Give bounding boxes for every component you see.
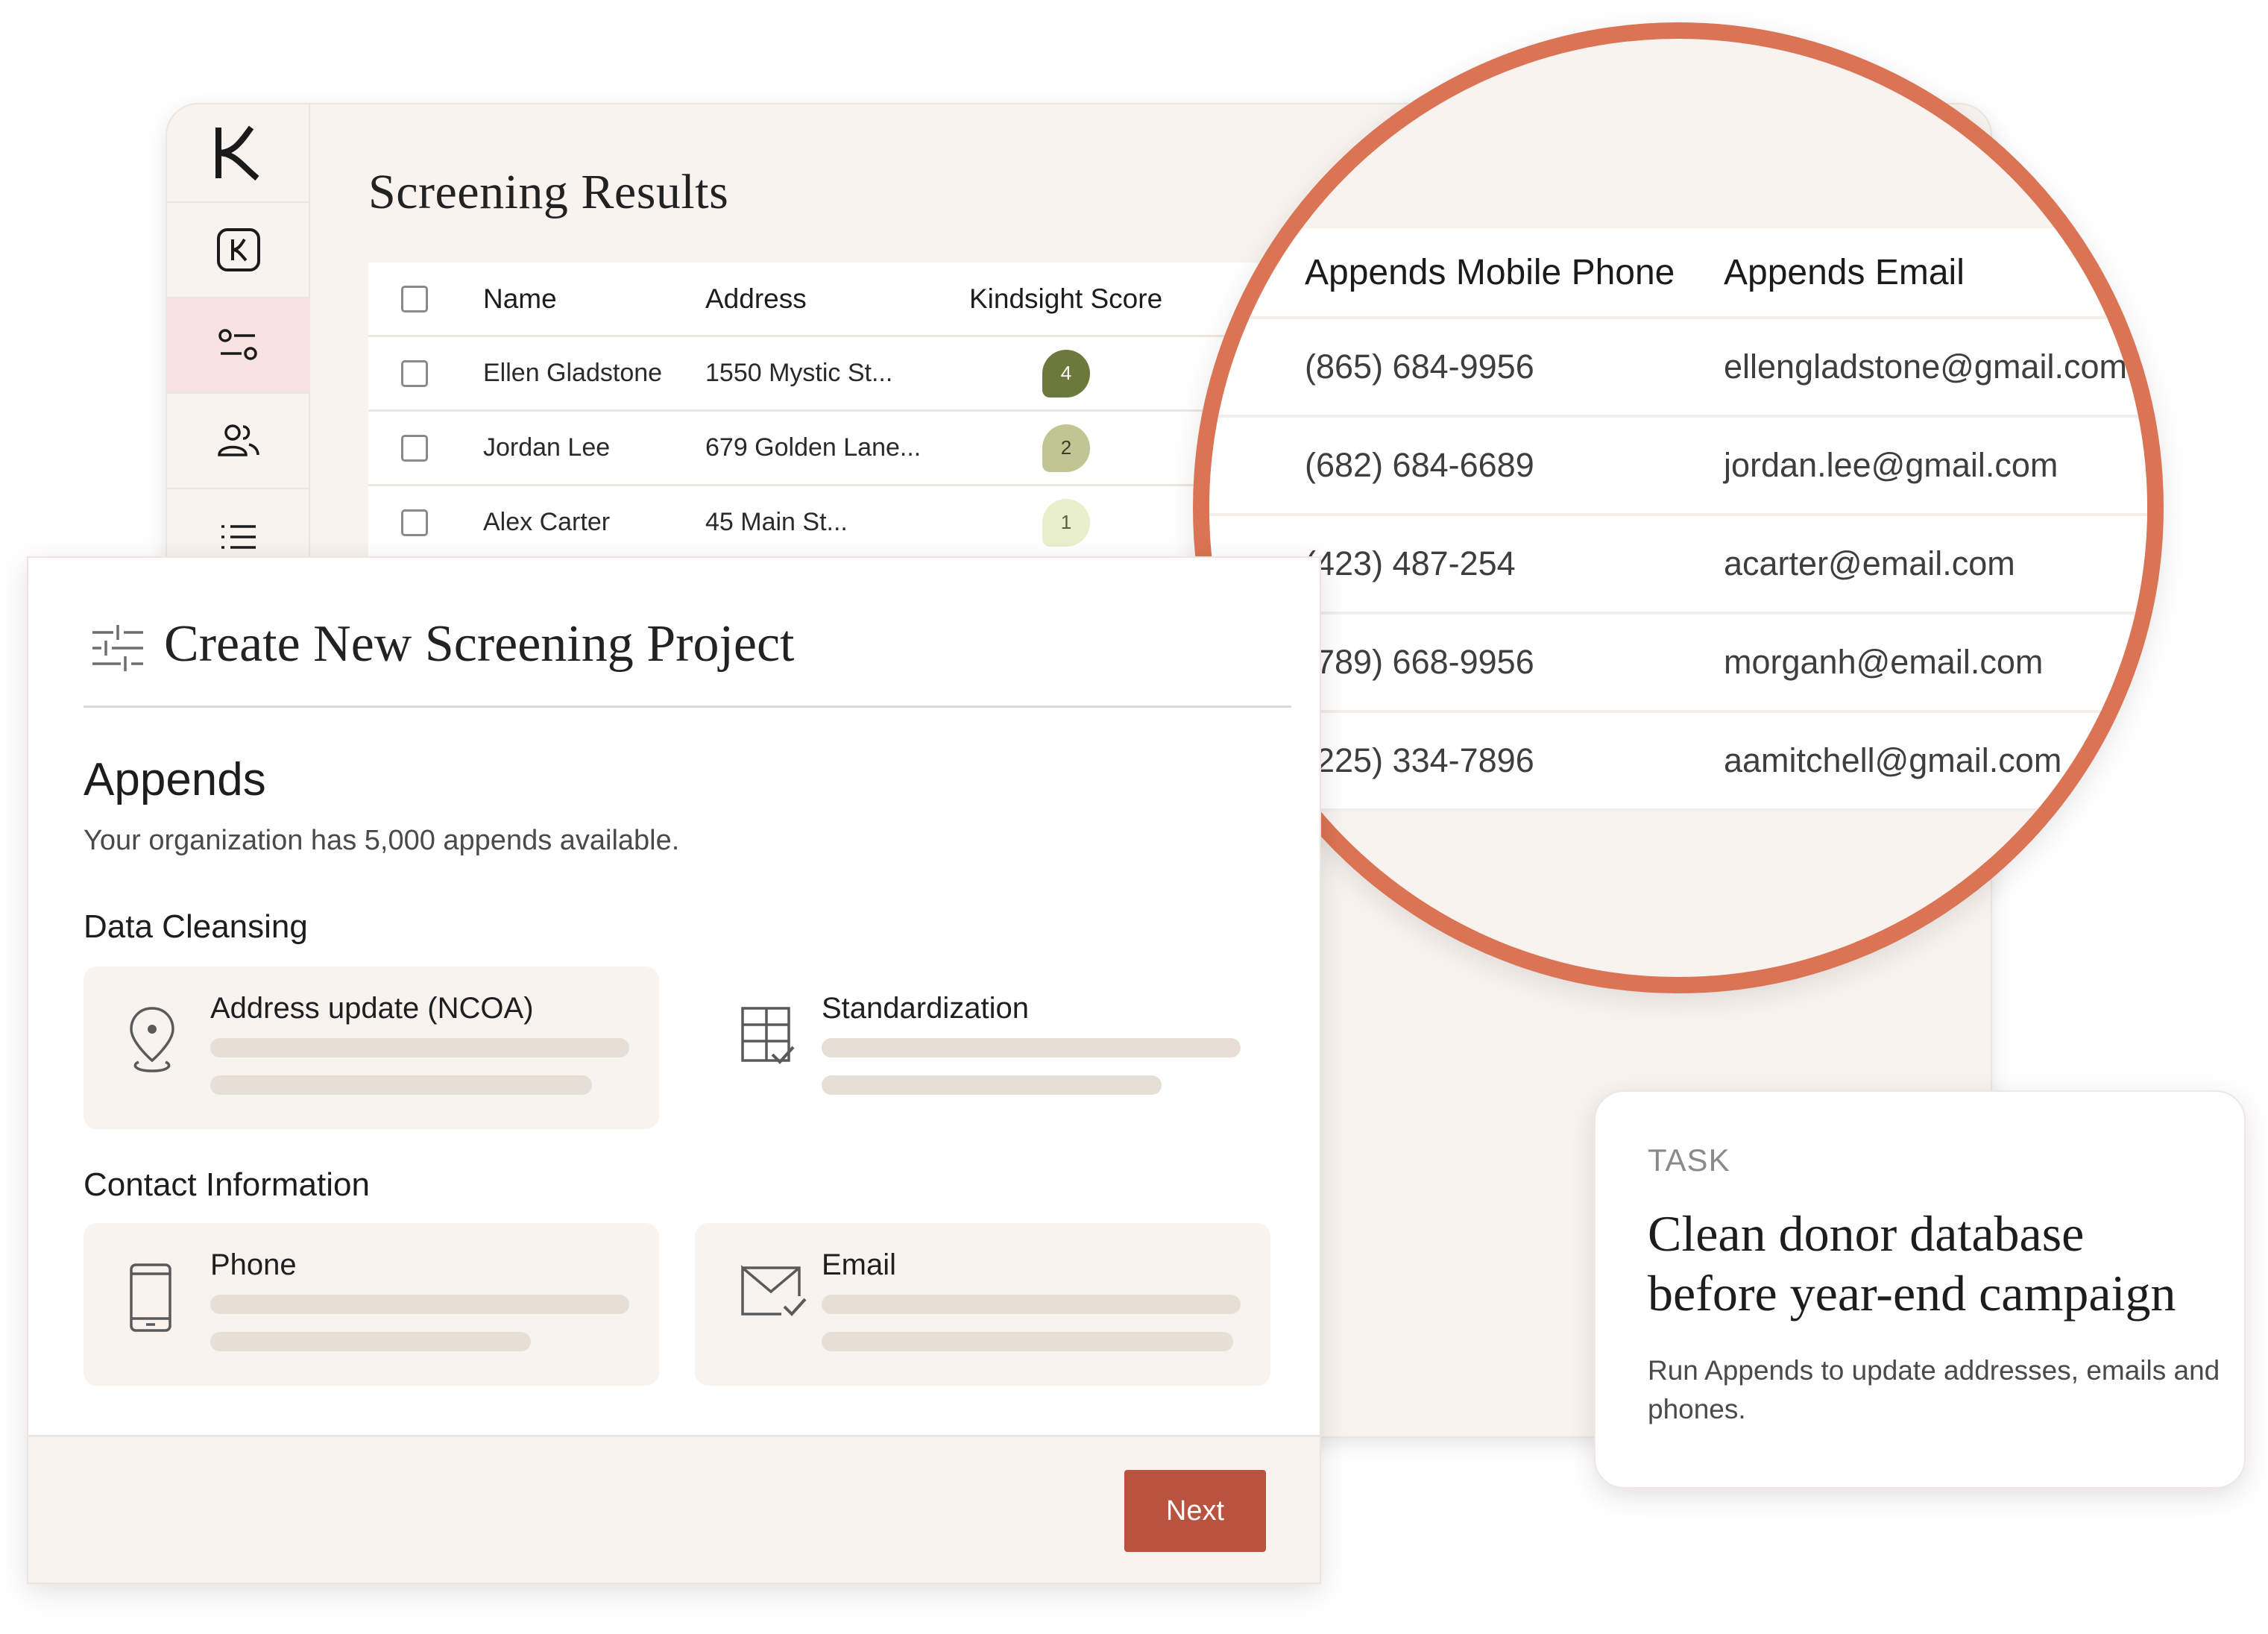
table-row: (789) 668-9956 morganh@email.com xyxy=(1209,615,2147,713)
placeholder-line xyxy=(822,1038,1241,1058)
select-all-checkbox[interactable] xyxy=(401,285,428,312)
page-title: Screening Results xyxy=(368,165,729,219)
next-button[interactable]: Next xyxy=(1124,1470,1266,1552)
option-address-update[interactable]: Address update (NCOA) xyxy=(84,967,659,1129)
column-header-mobile-phone: Appends Mobile Phone xyxy=(1305,252,1675,292)
score-badge: 4 xyxy=(1042,349,1090,397)
option-label: Phone xyxy=(210,1248,297,1281)
score-badge: 2 xyxy=(1042,424,1090,472)
row-address: 679 Golden Lane... xyxy=(705,433,922,462)
data-cleansing-heading: Data Cleansing xyxy=(84,908,308,945)
column-header-address[interactable]: Address xyxy=(705,263,807,335)
task-card: TASK Clean donor database before year-en… xyxy=(1594,1090,2246,1489)
row-email: ellengladstone@gmail.com xyxy=(1724,348,2127,386)
task-description: Run Appends to update addresses, emails … xyxy=(1648,1355,2220,1424)
list-icon xyxy=(221,525,256,549)
row-checkbox[interactable] xyxy=(401,434,428,462)
phone-icon xyxy=(130,1263,171,1332)
row-phone: (225) 334-7896 xyxy=(1305,741,1534,779)
column-header-email: Appends Email xyxy=(1724,252,1965,292)
sidebar-item-people[interactable] xyxy=(167,394,310,489)
task-label: TASK xyxy=(1648,1143,1730,1178)
dialog-footer: Next xyxy=(28,1435,1320,1583)
divider xyxy=(84,706,1291,708)
row-phone: (789) 668-9956 xyxy=(1305,643,1534,681)
create-project-dialog: Create New Screening Project Appends You… xyxy=(27,556,1321,1584)
table-header: Name Address Kindsight Score xyxy=(368,263,1263,337)
results-table: Name Address Kindsight Score Ellen Glads… xyxy=(368,263,1263,561)
sidebar-item-screening[interactable] xyxy=(167,298,310,394)
row-email: jordan.lee@gmail.com xyxy=(1724,446,2058,484)
people-icon xyxy=(218,424,259,456)
row-name: Alex Carter xyxy=(483,508,611,536)
table-row: (423) 487-254 acarter@email.com xyxy=(1209,516,2147,615)
option-label: Email xyxy=(822,1248,897,1281)
row-name: Jordan Lee xyxy=(483,433,611,462)
row-phone: (865) 684-9956 xyxy=(1305,348,1534,386)
table-check-icon xyxy=(741,1007,795,1064)
row-email: acarter@email.com xyxy=(1724,544,2015,582)
placeholder-line xyxy=(822,1332,1233,1351)
placeholder-line xyxy=(210,1295,629,1314)
kindsight-logo-icon xyxy=(215,125,259,181)
appends-available-note: Your organization has 5,000 appends avai… xyxy=(84,825,680,856)
settings-sliders-icon xyxy=(92,625,143,671)
table-row[interactable]: Alex Carter 45 Main St... 1 xyxy=(368,486,1263,561)
column-header-score[interactable]: Kindsight Score xyxy=(969,263,1162,335)
row-name: Ellen Gladstone xyxy=(483,359,663,387)
magnified-appends-view: Appends Mobile Phone Appends Email (865)… xyxy=(1193,22,2164,993)
task-title: Clean donor database before year-end cam… xyxy=(1648,1205,2176,1322)
appends-heading: Appends xyxy=(84,754,266,805)
score-badge: 1 xyxy=(1042,498,1090,547)
option-email[interactable]: Email xyxy=(695,1223,1270,1386)
dialog-title: Create New Screening Project xyxy=(164,615,795,673)
option-label: Address update (NCOA) xyxy=(210,992,534,1025)
appends-table: Appends Mobile Phone Appends Email (865)… xyxy=(1209,228,2147,811)
table-row: (865) 684-9956 ellengladstone@gmail.com xyxy=(1209,319,2147,418)
table-row[interactable]: Ellen Gladstone 1550 Mystic St... 4 xyxy=(368,337,1263,412)
option-label: Standardization xyxy=(822,992,1029,1025)
sidebar-item-home[interactable] xyxy=(167,203,310,298)
placeholder-line xyxy=(822,1295,1241,1314)
row-email: aamitchell@gmail.com xyxy=(1724,741,2062,779)
row-email: morganh@email.com xyxy=(1724,643,2044,681)
table-row: (682) 684-6689 jordan.lee@gmail.com xyxy=(1209,418,2147,516)
placeholder-line xyxy=(210,1038,629,1058)
placeholder-line xyxy=(822,1075,1162,1095)
option-phone[interactable]: Phone xyxy=(84,1223,659,1386)
contact-information-heading: Contact Information xyxy=(84,1166,370,1203)
row-checkbox[interactable] xyxy=(401,509,428,536)
option-standardization[interactable]: Standardization xyxy=(695,967,1270,1129)
location-pin-icon xyxy=(130,1007,174,1072)
placeholder-line xyxy=(210,1332,531,1351)
filters-icon xyxy=(218,329,257,360)
table-row: (225) 334-7896 aamitchell@gmail.com xyxy=(1209,713,2147,811)
row-address: 1550 Mystic St... xyxy=(705,359,893,387)
appends-table-header: Appends Mobile Phone Appends Email xyxy=(1209,228,2147,319)
row-checkbox[interactable] xyxy=(401,359,428,387)
row-phone: (682) 684-6689 xyxy=(1305,446,1534,484)
row-phone: (423) 487-254 xyxy=(1305,544,1516,582)
email-check-icon xyxy=(741,1265,807,1316)
column-header-name[interactable]: Name xyxy=(483,263,557,335)
row-address: 45 Main St... xyxy=(705,508,848,536)
table-row[interactable]: Jordan Lee 679 Golden Lane... 2 xyxy=(368,412,1263,486)
placeholder-line xyxy=(210,1075,592,1095)
kindsight-badge-icon xyxy=(217,228,260,271)
sidebar-logo[interactable] xyxy=(167,104,310,203)
